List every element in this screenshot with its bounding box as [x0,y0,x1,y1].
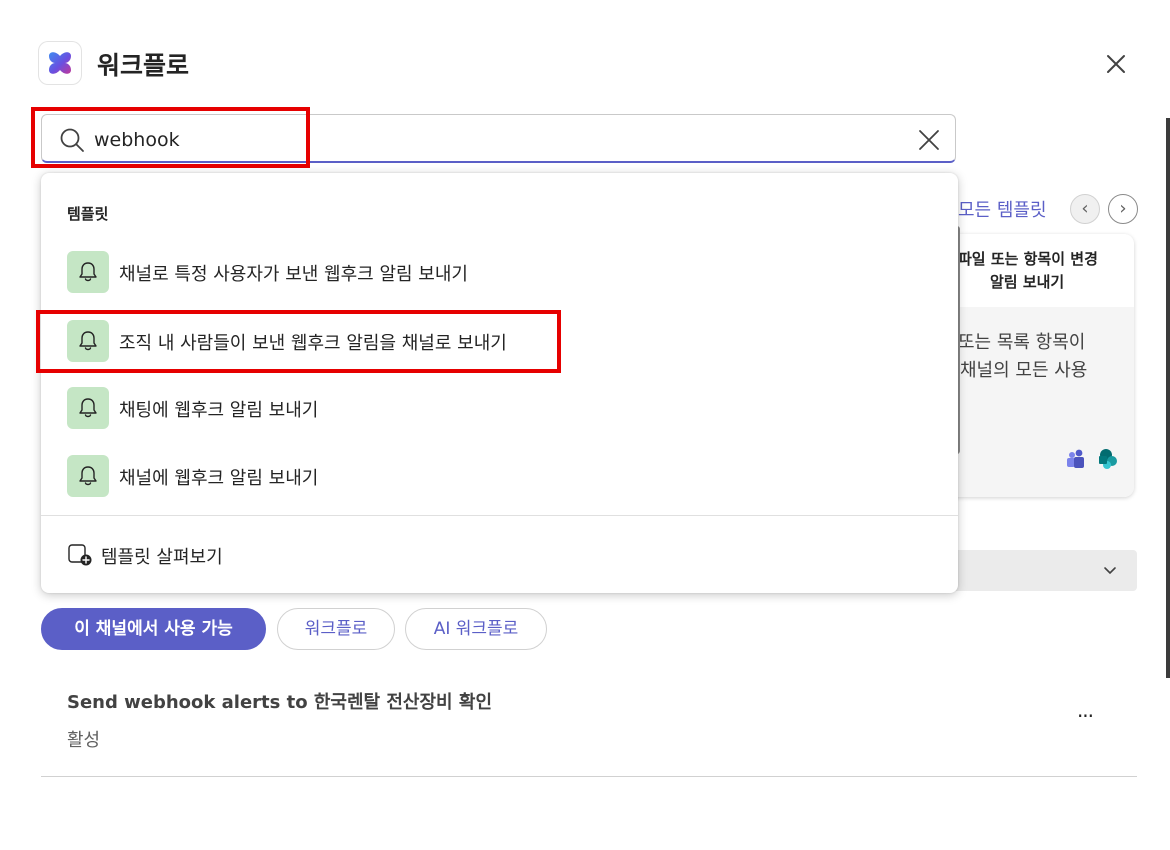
carousel-next-button[interactable]: › [1108,194,1138,224]
filter-pill-workflows[interactable]: 워크플로 [277,608,395,650]
page-title: 워크플로 [97,51,190,80]
suggestion-item-label: 채널에 웹후크 알림 보내기 [119,468,319,489]
template-card-desc-line2: 채널의 모든 사용 [960,360,1088,381]
template-card-desc-line1: 또는 목록 항목이 [958,332,1086,353]
template-card-description: 또는 목록 항목이 채널의 모든 사용 [958,329,1134,385]
template-card[interactable]: 파일 또는 항목이 변경 알림 보내기 또는 목록 항목이 채널의 모든 사용 [930,234,1134,497]
suggestion-item[interactable]: 채널로 특정 사용자가 보낸 웹후크 알림 보내기 [41,240,958,304]
browse-templates-label: 템플릿 살펴보기 [101,547,223,568]
suggestion-item[interactable]: 채팅에 웹후크 알림 보내기 [41,376,958,440]
workflow-title[interactable]: Send webhook alerts to 한국렌탈 전산장비 확인 [67,688,492,714]
template-card-app-icons [1066,448,1120,474]
all-templates-link[interactable]: 모든 템플릿 [958,196,1047,222]
teams-icon [1067,449,1084,468]
more-options-button[interactable]: ··· [1070,706,1100,730]
bell-icon [67,387,109,429]
template-card-title: 파일 또는 항목이 변경 알림 보내기 [958,248,1134,294]
sharepoint-icon [1099,449,1117,469]
suggestion-item[interactable]: 채널에 웹후크 알림 보내기 [41,444,958,508]
filter-pill-available-in-channel[interactable]: 이 채널에서 사용 가능 [41,608,266,650]
filter-pill-ai-workflows[interactable]: AI 워크플로 [405,608,547,650]
close-button[interactable] [1102,50,1130,78]
bell-icon [67,455,109,497]
chevron-left-icon: ‹ [1081,198,1089,219]
suggestion-item-label: 채널로 특정 사용자가 보낸 웹후크 알림 보내기 [119,264,468,285]
highlight-box-search [31,107,310,168]
clear-search-button[interactable] [916,127,942,153]
close-icon [1107,55,1125,73]
highlight-box-item [36,310,561,373]
bell-icon [67,251,109,293]
chevron-down-icon [1100,560,1120,584]
search-suggestions-popup: 템플릿 채널로 특정 사용자가 보낸 웹후크 알림 보내기 조직 내 사람들이 … [41,173,958,593]
template-card-title-line1: 파일 또는 항목이 변경 [958,250,1098,268]
section-label: 템플릿 [67,205,109,223]
chevron-right-icon: › [1119,198,1127,219]
template-card-title-line2: 알림 보내기 [990,273,1065,291]
template-card-header: 파일 또는 항목이 변경 알림 보내기 [930,234,1134,307]
workflows-app-logo [39,42,81,84]
workflow-status: 활성 [67,730,101,751]
suggestion-item-label: 채팅에 웹후크 알림 보내기 [119,400,319,421]
carousel-prev-button[interactable]: ‹ [1070,194,1100,224]
workflows-logo-icon [49,52,71,74]
divider [41,515,958,516]
row-divider [41,776,1137,777]
panel-scrollbar[interactable] [1166,118,1170,678]
browse-templates-icon [67,543,93,571]
close-icon [919,130,939,150]
